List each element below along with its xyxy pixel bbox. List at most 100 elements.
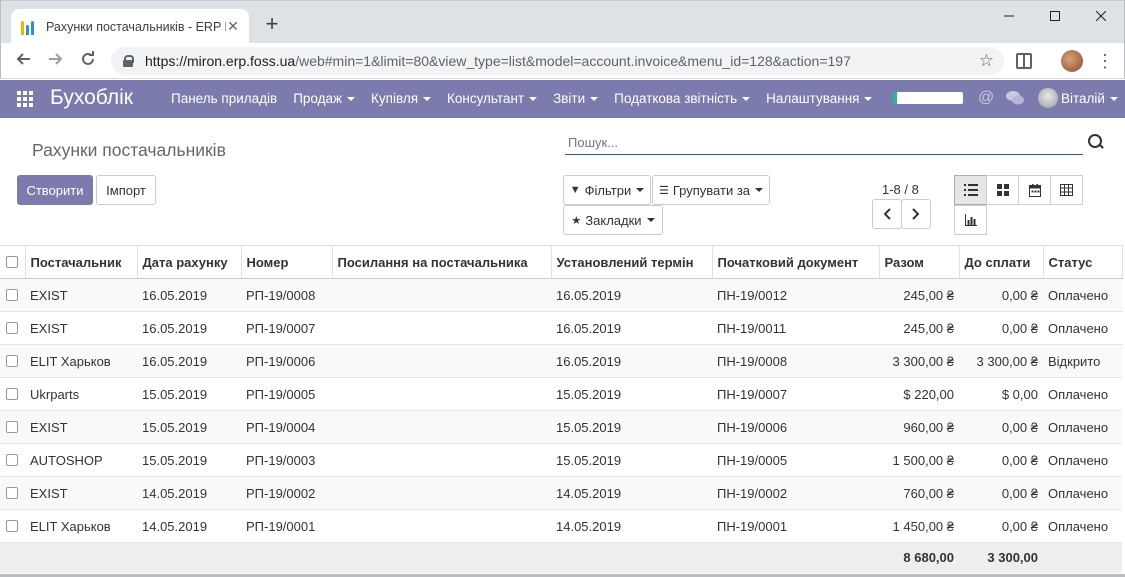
- profile-avatar[interactable]: [1061, 50, 1083, 72]
- row-select-cell[interactable]: [0, 509, 25, 543]
- table-row[interactable]: EXIST 16.05.2019 РП-19/0008 16.05.2019 ПН-19…: [0, 278, 1122, 312]
- menu-item-0[interactable]: Панель приладів: [163, 80, 285, 118]
- table-cell: 245,00 ₴: [879, 311, 959, 345]
- apps-grid-icon[interactable]: [17, 91, 33, 107]
- search-icon[interactable]: [1088, 134, 1104, 150]
- select-all-checkbox[interactable]: [6, 256, 18, 268]
- favorites-button[interactable]: ★ Закладки: [563, 205, 663, 235]
- column-header-2[interactable]: Номер: [241, 245, 333, 279]
- column-header-1[interactable]: Дата рахунку: [137, 245, 242, 279]
- column-header-4[interactable]: Установлений термін: [551, 245, 713, 279]
- row-select-cell[interactable]: [0, 311, 25, 345]
- menu-item-1[interactable]: Продаж: [285, 80, 363, 118]
- user-avatar[interactable]: [1038, 88, 1058, 108]
- pager-next-button[interactable]: [901, 199, 931, 229]
- select-all-cell[interactable]: [0, 245, 26, 279]
- user-menu[interactable]: Віталій: [1061, 91, 1118, 106]
- table-cell: ПН-19/0005: [712, 443, 879, 477]
- back-arrow-icon[interactable]: [12, 50, 34, 72]
- table-cell: 0,00 ₴: [959, 311, 1043, 345]
- bookmark-star-icon[interactable]: ☆: [979, 52, 994, 70]
- search-input[interactable]: [565, 129, 1083, 155]
- extension-icon[interactable]: [1016, 53, 1032, 69]
- address-bar[interactable]: https://miron.erp.foss.ua/web#min=1&limi…: [111, 47, 1004, 75]
- table-cell: 0,00 ₴: [959, 443, 1043, 477]
- create-button[interactable]: Створити: [17, 175, 93, 205]
- menu-item-5[interactable]: Податкова звітність: [606, 80, 758, 118]
- mention-icon[interactable]: @: [978, 89, 994, 107]
- forward-arrow-icon[interactable]: [45, 50, 67, 72]
- row-select-cell[interactable]: [0, 410, 25, 444]
- table-cell: РП-19/0002: [241, 476, 332, 510]
- row-checkbox[interactable]: [6, 355, 18, 367]
- activity-progress-bar: [893, 92, 963, 104]
- table-cell: Відкрито: [1043, 344, 1122, 378]
- pager-value[interactable]: 1-8 / 8: [882, 182, 919, 197]
- table-cell: 15.05.2019: [137, 410, 241, 444]
- groupby-button[interactable]: ☰ Групувати за: [652, 175, 770, 205]
- import-button[interactable]: Імпорт: [96, 175, 156, 205]
- table-row[interactable]: ELIT Харьков 14.05.2019 РП-19/0001 14.05.20…: [0, 509, 1122, 543]
- pivot-view-button[interactable]: [1050, 175, 1083, 205]
- menu-item-2[interactable]: Купівля: [363, 80, 439, 118]
- table-cell: Оплачено: [1043, 278, 1122, 312]
- row-checkbox[interactable]: [6, 388, 18, 400]
- row-checkbox[interactable]: [6, 520, 18, 532]
- table-row[interactable]: EXIST 14.05.2019 РП-19/0002 14.05.2019 ПН-19…: [0, 476, 1122, 510]
- column-header-5[interactable]: Початковий документ: [712, 245, 880, 279]
- column-header-3[interactable]: Посилання на постачальника: [332, 245, 552, 279]
- browser-menu-icon[interactable]: ⋮: [1096, 50, 1114, 72]
- row-checkbox[interactable]: [6, 487, 18, 499]
- chat-icon[interactable]: [1006, 90, 1024, 110]
- pager-previous-button[interactable]: [872, 199, 902, 229]
- table-header-row: Постачальник Дата рахунку Номер Посилання н…: [0, 245, 1123, 279]
- reload-icon[interactable]: [77, 50, 99, 72]
- menu-item-label: Купівля: [371, 91, 419, 106]
- browser-tab[interactable]: Рахунки постачальників - ERP F ✕: [11, 9, 249, 44]
- filters-button[interactable]: ▼ Фільтри: [563, 175, 651, 205]
- table-row[interactable]: Ukrparts 15.05.2019 РП-19/0005 15.05.2019 ПН…: [0, 377, 1122, 411]
- row-checkbox[interactable]: [6, 421, 18, 433]
- minimize-icon[interactable]: [986, 1, 1032, 31]
- table-cell: 0,00 ₴: [959, 476, 1043, 510]
- list-view-button[interactable]: [954, 175, 987, 205]
- chevron-down-icon: [864, 97, 873, 102]
- row-checkbox[interactable]: [6, 289, 18, 301]
- chevron-down-icon: [529, 97, 538, 102]
- close-window-icon[interactable]: [1078, 1, 1124, 31]
- row-select-cell[interactable]: [0, 344, 25, 378]
- table-cell: AUTOSHOP: [25, 443, 137, 477]
- column-header-6[interactable]: Разом: [879, 245, 960, 279]
- table-row[interactable]: EXIST 15.05.2019 РП-19/0004 15.05.2019 ПН-19…: [0, 410, 1122, 444]
- table-cell: Ukrparts: [25, 377, 137, 411]
- table-row[interactable]: AUTOSHOP 15.05.2019 РП-19/0003 15.05.2019 ПН…: [0, 443, 1122, 477]
- row-checkbox[interactable]: [6, 322, 18, 334]
- menu-item-4[interactable]: Звіти: [545, 80, 606, 118]
- row-select-cell[interactable]: [0, 443, 25, 477]
- calendar-view-button[interactable]: [1018, 175, 1051, 205]
- row-select-cell[interactable]: [0, 278, 25, 312]
- table-cell: 0,00 ₴: [959, 509, 1043, 543]
- column-header-8[interactable]: Статус: [1043, 245, 1123, 279]
- search-field[interactable]: [565, 129, 1083, 155]
- row-select-cell[interactable]: [0, 476, 25, 510]
- app-brand[interactable]: Бухоблік: [50, 86, 133, 110]
- tab-close-icon[interactable]: ✕: [225, 18, 241, 34]
- maximize-icon[interactable]: [1032, 1, 1078, 31]
- table-cell: [332, 311, 551, 345]
- table-row[interactable]: EXIST 16.05.2019 РП-19/0007 16.05.2019 ПН-19…: [0, 311, 1122, 345]
- column-header-0[interactable]: Постачальник: [25, 245, 138, 279]
- menu-item-6[interactable]: Налаштування: [758, 80, 880, 118]
- graph-view-button[interactable]: [954, 205, 987, 235]
- column-header-7[interactable]: До сплати: [959, 245, 1044, 279]
- table-cell: 3 300,00 ₴: [879, 344, 959, 378]
- menu-item-3[interactable]: Консультант: [439, 80, 545, 118]
- progress-fill: [893, 92, 897, 104]
- table-cell: 245,00 ₴: [879, 278, 959, 312]
- kanban-view-button[interactable]: [986, 175, 1019, 205]
- table-cell: EXIST: [25, 476, 137, 510]
- table-row[interactable]: ELIT Харьков 16.05.2019 РП-19/0006 16.05.20…: [0, 344, 1122, 378]
- new-tab-icon[interactable]: +: [261, 13, 283, 36]
- row-checkbox[interactable]: [6, 454, 18, 466]
- row-select-cell[interactable]: [0, 377, 25, 411]
